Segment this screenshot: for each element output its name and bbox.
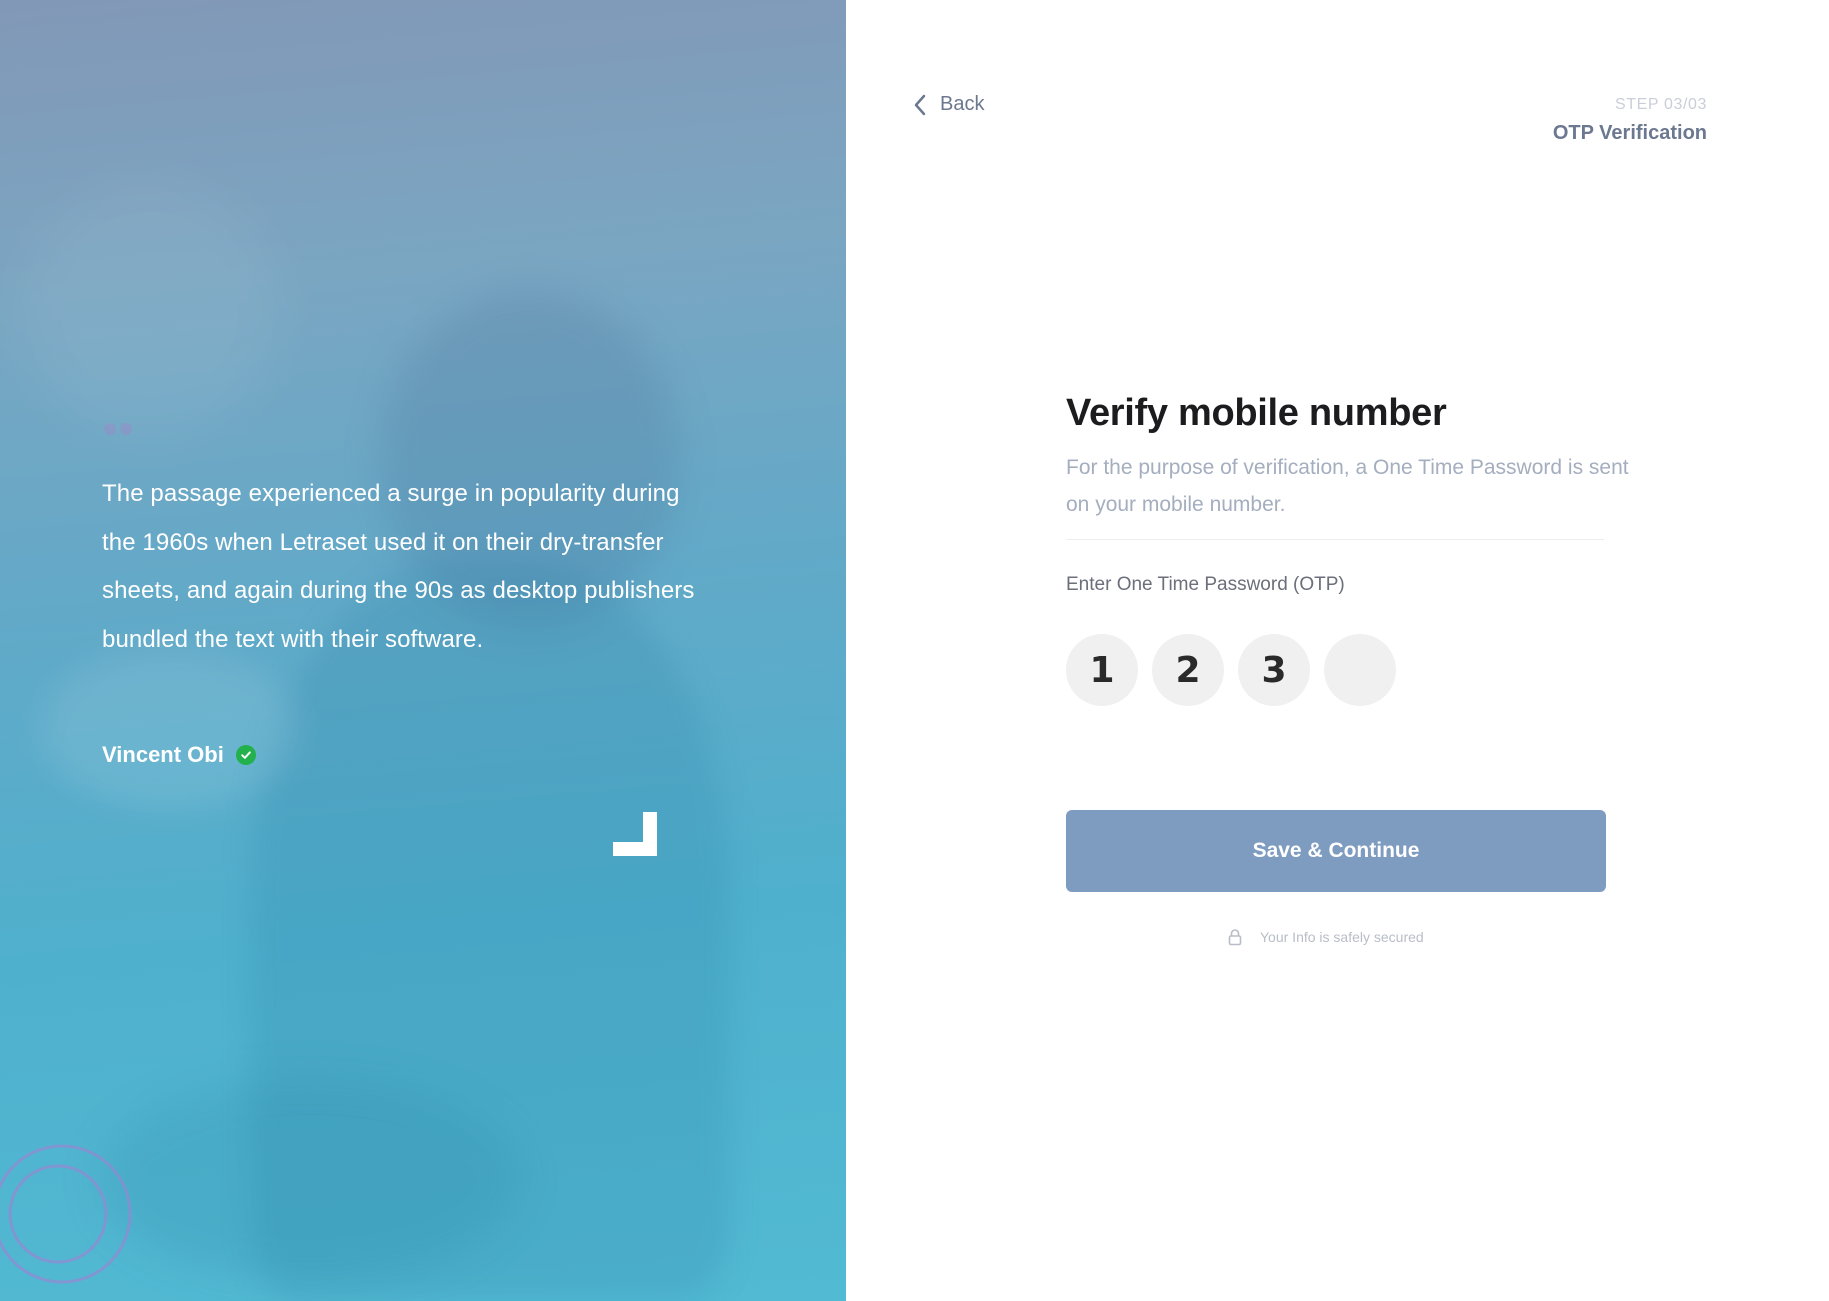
secure-note: Your Info is safely secured [1228,928,1626,946]
otp-digit-4[interactable] [1324,634,1396,706]
author-name: Vincent Obi [102,742,224,767]
otp-input-group: 1 2 3 [1066,634,1626,706]
form-description: For the purpose of verification, a One T… [1066,456,1629,516]
testimonial-author: Vincent Obi [102,742,256,768]
otp-digit-3[interactable]: 3 [1238,634,1310,706]
background-photo-shape [20,180,280,440]
quote-mark-icon [104,422,138,438]
otp-label: Enter One Time Password (OTP) [1066,574,1345,595]
back-button[interactable]: Back [914,93,984,116]
secure-note-text: Your Info is safely secured [1260,929,1424,945]
step-count: STEP 03/03 [1615,96,1707,113]
testimonial-quote: The passage experienced a surge in popul… [102,480,695,653]
back-label: Back [940,93,985,115]
divider [1066,539,1604,540]
otp-digit-2[interactable]: 2 [1152,634,1224,706]
step-indicator: STEP 03/03 OTP Verification [1553,96,1707,145]
background-photo-shape [100,1080,520,1280]
step-title: OTP Verification [1552,122,1707,144]
verified-check-icon [235,745,256,765]
otp-form: Verify mobile number For the purpose of … [1066,392,1629,946]
background-photo-shape [40,650,300,810]
form-title: Verify mobile number [1066,392,1447,434]
lock-icon [1228,929,1242,946]
corner-bracket-icon [613,812,657,856]
otp-digit-1[interactable]: 1 [1066,634,1138,706]
hero-panel: The passage experienced a surge in popul… [0,0,846,1301]
decorative-rings [0,1144,132,1284]
chevron-left-icon [914,94,926,115]
save-continue-button[interactable]: Save & Continue [1066,810,1606,892]
